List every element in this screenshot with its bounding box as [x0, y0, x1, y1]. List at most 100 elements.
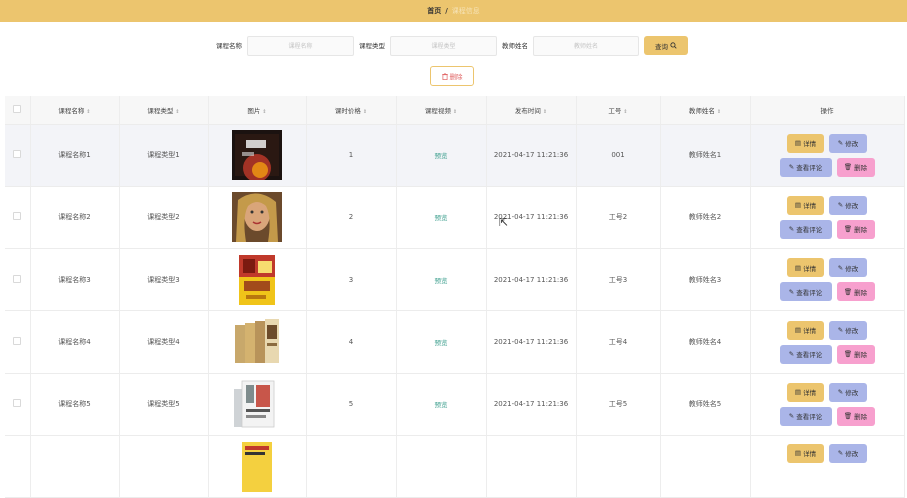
- view-reviews-button[interactable]: ✎ 查看评论: [779, 406, 832, 426]
- course-name-label: 课程名称: [216, 42, 242, 50]
- course-type-input[interactable]: [390, 36, 497, 56]
- video-preview-link[interactable]: 预览: [435, 152, 448, 160]
- row-checkbox[interactable]: [13, 399, 22, 408]
- number-cell: 工号3: [576, 248, 661, 312]
- course-image[interactable]: [232, 192, 282, 243]
- course-type-cell: 课程类型2: [119, 186, 209, 250]
- video-preview-link[interactable]: 预览: [435, 339, 448, 347]
- header-label: 教师姓名: [688, 106, 715, 115]
- course-table: 课程名称 ⇕ 课程类型 ⇕ 图片 ⇕ 课时价格 ⇕ 课程视频 ⇕ 发布时间 ⇕ 工号 ⇕ 教师…: [5, 96, 905, 498]
- header-course-type[interactable]: 课程类型 ⇕: [119, 96, 209, 125]
- header-label: 课时价格: [334, 106, 361, 115]
- query-button[interactable]: 查询: [644, 36, 688, 55]
- header-number[interactable]: 工号 ⇕: [576, 96, 661, 125]
- edit-label: 修改: [845, 140, 859, 149]
- number-cell: 工号4: [576, 310, 661, 374]
- header-course-name[interactable]: 课程名称 ⇕: [30, 96, 120, 125]
- row-select-cell: [5, 248, 31, 312]
- course-name-cell: 课程名称1: [30, 124, 120, 187]
- header-video[interactable]: 课程视频 ⇕: [396, 96, 487, 125]
- review-label: 查看评论: [796, 164, 823, 173]
- row-select-cell: [5, 186, 31, 250]
- header-image[interactable]: 图片 ⇕: [208, 96, 307, 125]
- breadcrumb-home[interactable]: 首页: [427, 6, 441, 16]
- edit-button[interactable]: ✎ 修改: [829, 195, 867, 215]
- delete-button[interactable]: 🗑 删除: [836, 157, 875, 177]
- image-cell: [208, 310, 307, 374]
- pencil-icon: ✎: [837, 263, 844, 272]
- edit-button[interactable]: ✎ 修改: [829, 443, 867, 463]
- delete-label: 删除: [854, 413, 868, 422]
- row-checkbox[interactable]: [13, 337, 22, 346]
- publish-time-cell: 2021-04-17 11:21:36: [486, 373, 577, 436]
- edit-button[interactable]: ✎ 修改: [829, 133, 867, 153]
- sort-icon: ⇕: [623, 108, 628, 115]
- detail-button[interactable]: ▤ 详情: [787, 443, 824, 463]
- trash-icon: [441, 72, 448, 80]
- actions-cell: ▤ 详情 ✎ 修改: [750, 435, 905, 498]
- video-preview-link[interactable]: 预览: [435, 214, 448, 222]
- file-icon: ▤: [794, 326, 802, 335]
- sort-icon: ⇕: [86, 108, 91, 115]
- course-image[interactable]: [232, 379, 282, 429]
- view-reviews-button[interactable]: ✎ 查看评论: [779, 344, 832, 364]
- image-cell: [208, 248, 307, 312]
- detail-label: 详情: [803, 140, 817, 149]
- header-teacher[interactable]: 教师姓名 ⇕: [660, 96, 751, 125]
- delete-button[interactable]: 🗑 删除: [836, 344, 875, 364]
- publish-time-cell: 2021-04-17 11:21:36: [486, 124, 577, 187]
- delete-button[interactable]: 🗑 删除: [836, 282, 875, 302]
- delete-button[interactable]: 🗑 删除: [836, 406, 875, 426]
- row-checkbox[interactable]: [13, 212, 22, 221]
- detail-button[interactable]: ▤ 详情: [787, 382, 824, 402]
- actions-cell: ▤ 详情 ✎ 修改 ✎ 查看评论 🗑 删除: [750, 248, 905, 312]
- select-all-checkbox[interactable]: [13, 104, 22, 113]
- sort-icon: ⇕: [716, 108, 722, 115]
- mouse-cursor-icon: ⇱: [499, 216, 509, 229]
- header-price[interactable]: 课时价格 ⇕: [306, 96, 397, 125]
- edit-button[interactable]: ✎ 修改: [829, 258, 867, 278]
- course-name-input[interactable]: [247, 36, 354, 56]
- detail-button[interactable]: ▤ 详情: [787, 320, 824, 340]
- header-time[interactable]: 发布时间 ⇕: [486, 96, 577, 125]
- detail-button[interactable]: ▤ 详情: [787, 195, 824, 215]
- pencil-icon: ✎: [788, 412, 795, 421]
- course-image[interactable]: [232, 130, 282, 181]
- image-cell: [208, 435, 307, 498]
- teacher-name-input[interactable]: [533, 36, 639, 56]
- teacher-cell: [660, 435, 751, 498]
- video-preview-link[interactable]: 预览: [435, 277, 448, 285]
- detail-button[interactable]: ▤ 详情: [787, 258, 824, 278]
- video-cell: 预览: [396, 186, 487, 250]
- header-label: 课程类型: [147, 106, 174, 115]
- row-select-cell: [5, 373, 31, 436]
- delete-label: 删除: [854, 164, 868, 173]
- teacher-cell: 教师姓名5: [660, 373, 751, 436]
- view-reviews-button[interactable]: ✎ 查看评论: [779, 282, 832, 302]
- edit-button[interactable]: ✎ 修改: [829, 320, 867, 340]
- course-type-cell: 课程类型4: [119, 310, 209, 374]
- trash-icon: 🗑: [843, 287, 853, 296]
- view-reviews-button[interactable]: ✎ 查看评论: [779, 157, 832, 177]
- table-row: 课程名称2 课程类型2 2 预览 2021-04-17 11:21:36 工号2…: [5, 186, 905, 250]
- sort-icon: ⇕: [542, 108, 548, 115]
- detail-label: 详情: [803, 202, 817, 211]
- number-cell: 工号2: [576, 186, 661, 250]
- batch-delete-button[interactable]: 删除: [430, 66, 474, 86]
- price-cell: [306, 435, 397, 498]
- video-cell: 预览: [396, 373, 487, 436]
- row-checkbox[interactable]: [13, 274, 22, 283]
- course-type-cell: 课程类型3: [119, 248, 209, 312]
- course-name-cell: 课程名称3: [30, 248, 120, 312]
- edit-button[interactable]: ✎ 修改: [829, 382, 867, 402]
- detail-button[interactable]: ▤ 详情: [787, 133, 824, 153]
- detail-label: 详情: [803, 264, 817, 273]
- video-preview-link[interactable]: 预览: [435, 401, 448, 409]
- view-reviews-button[interactable]: ✎ 查看评论: [779, 219, 832, 239]
- course-image[interactable]: [232, 317, 282, 367]
- course-image[interactable]: [232, 441, 282, 492]
- edit-label: 修改: [845, 450, 859, 459]
- row-checkbox[interactable]: [13, 150, 22, 159]
- delete-button[interactable]: 🗑 删除: [836, 219, 875, 239]
- course-image[interactable]: [232, 254, 282, 305]
